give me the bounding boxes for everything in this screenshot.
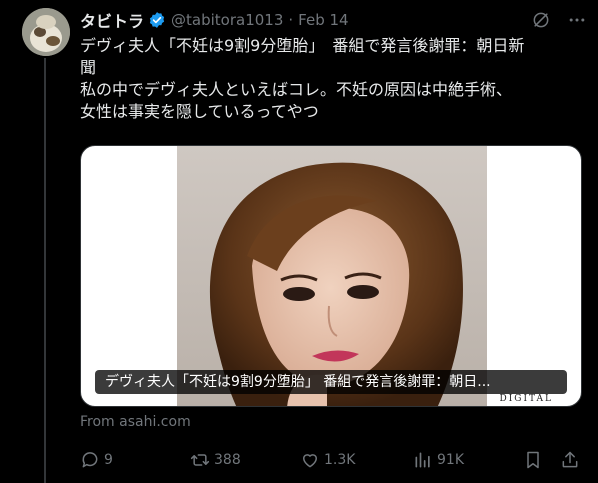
grok-icon[interactable] [530, 9, 552, 31]
reply-count: 9 [104, 452, 113, 468]
tweet-text-line: デヴィ夫人「不妊は9割9分堕胎」 番組で発言後謝罪：朝日新 [80, 36, 525, 55]
link-card-title: デヴィ夫人「不妊は9割9分堕胎」 番組で発言後謝罪：朝日... [95, 370, 567, 394]
repost-icon [190, 454, 210, 466]
repost-count: 388 [214, 452, 241, 468]
verified-badge-icon [148, 11, 166, 29]
avatar[interactable] [22, 8, 70, 56]
watermark: DIGITAL [499, 394, 553, 404]
like-button[interactable]: 1.3K [300, 448, 355, 472]
tweet-text: デヴィ夫人「不妊は9割9分堕胎」 番組で発言後謝罪：朝日新 聞 私の中でデヴィ夫… [80, 35, 584, 123]
tweet-text-line: 女性は事実を隠しているってやつ [80, 102, 319, 121]
thread-line [44, 58, 46, 483]
share-button[interactable] [560, 448, 580, 472]
like-count: 1.3K [324, 452, 356, 468]
author-handle[interactable]: @tabitora1013 [171, 11, 283, 29]
action-bar: 9 388 1.3K 91K [80, 448, 586, 472]
reply-icon [82, 452, 98, 468]
header-actions [530, 9, 588, 31]
views-count: 91K [437, 452, 464, 468]
tweet[interactable]: タビトラ @tabitora1013 · Feb 14 デヴィ夫人「不妊は9割9… [0, 0, 598, 483]
views-icon [415, 452, 430, 468]
tweet-date[interactable]: Feb 14 [298, 11, 348, 29]
reply-button[interactable]: 9 [80, 448, 113, 472]
more-icon[interactable] [566, 9, 588, 31]
bookmark-icon [527, 451, 539, 469]
repost-button[interactable]: 388 [190, 448, 241, 472]
share-icon [562, 451, 578, 468]
views-button[interactable]: 91K [413, 448, 464, 472]
article-photo [177, 146, 487, 406]
link-card[interactable]: デヴィ夫人「不妊は9割9分堕胎」 番組で発言後謝罪：朝日... DIGITAL [80, 145, 582, 407]
separator-dot: · [288, 11, 294, 29]
like-icon [303, 454, 317, 468]
author-name[interactable]: タビトラ [80, 8, 144, 32]
bookmark-button[interactable] [523, 448, 543, 472]
tweet-text-line: 私の中でデヴィ夫人といえばコレ。不妊の原因は中絶手術、 [80, 80, 513, 99]
tweet-text-line: 聞 [80, 58, 97, 77]
link-source[interactable]: From asahi.com [80, 414, 191, 430]
tweet-header: タビトラ @tabitora1013 · Feb 14 [80, 9, 588, 31]
